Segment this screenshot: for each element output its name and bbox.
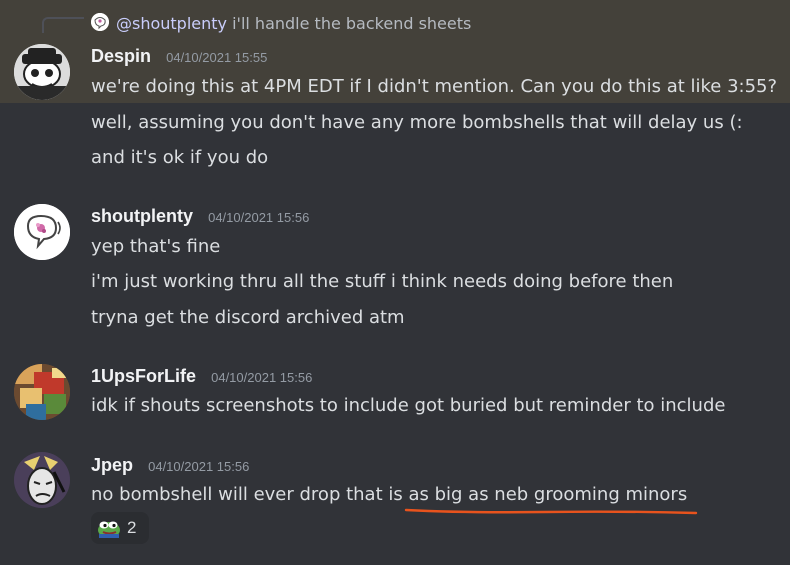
message-header: Jpep 04/10/2021 15:56 [91,455,249,476]
sketch-face-avatar-icon [14,452,70,508]
avatar[interactable] [14,364,70,420]
colorful-pixel-avatar-icon [14,364,70,420]
message-header: Despin 04/10/2021 15:55 [91,46,267,67]
avatar[interactable] [14,452,70,508]
reply-spine [42,17,84,33]
speech-bubble-avatar-icon [14,204,70,260]
message-line: i'm just working thru all the stuff i th… [91,271,674,292]
reaction-count: 2 [127,518,137,537]
message-text-prefix: no bombshell will ever drop that is [91,484,409,505]
skull-cartoon-avatar-icon [14,44,70,100]
username[interactable]: Jpep [91,455,133,475]
underlined-text: as big as neb grooming minors [405,483,698,515]
chat-messages: @shoutplenty i'll handle the backend she… [0,0,790,565]
message-line: well, assuming you don't have any more b… [91,112,743,133]
timestamp: 04/10/2021 15:56 [148,459,250,474]
message-line: tryna get the discord archived atm [91,307,405,328]
reaction-button[interactable]: 2 [91,512,149,544]
reply-mention[interactable]: @shoutplenty [116,14,227,33]
timestamp: 04/10/2021 15:55 [166,50,268,65]
hand-drawn-underline [405,508,698,515]
message-header: 1UpsForLife 04/10/2021 15:56 [91,366,312,387]
underlined-text-content: as big as neb grooming minors [408,484,688,505]
username[interactable]: shoutplenty [91,206,193,226]
timestamp: 04/10/2021 15:56 [211,370,313,385]
username[interactable]: 1UpsForLife [91,366,196,386]
pepe-frog-icon [98,521,120,538]
message-line: and it's ok if you do [91,147,269,168]
reply-reference[interactable]: @shoutplenty i'll handle the backend she… [0,0,790,50]
message-line: no bombshell will ever drop that is as b… [91,483,698,515]
message-header: shoutplenty 04/10/2021 15:56 [91,206,309,227]
avatar[interactable] [14,204,70,260]
reply-message: i'll handle the backend sheets [232,14,472,33]
message-line: we're doing this at 4PM EDT if I didn't … [91,76,778,97]
reply-text: @shoutplenty i'll handle the backend she… [116,13,471,35]
username[interactable]: Despin [91,46,151,66]
message-line: idk if shouts screenshots to include got… [91,395,726,416]
message-line: yep that's fine [91,236,221,257]
avatar[interactable] [14,44,70,100]
reply-avatar-icon [91,13,109,31]
timestamp: 04/10/2021 15:56 [208,210,310,225]
